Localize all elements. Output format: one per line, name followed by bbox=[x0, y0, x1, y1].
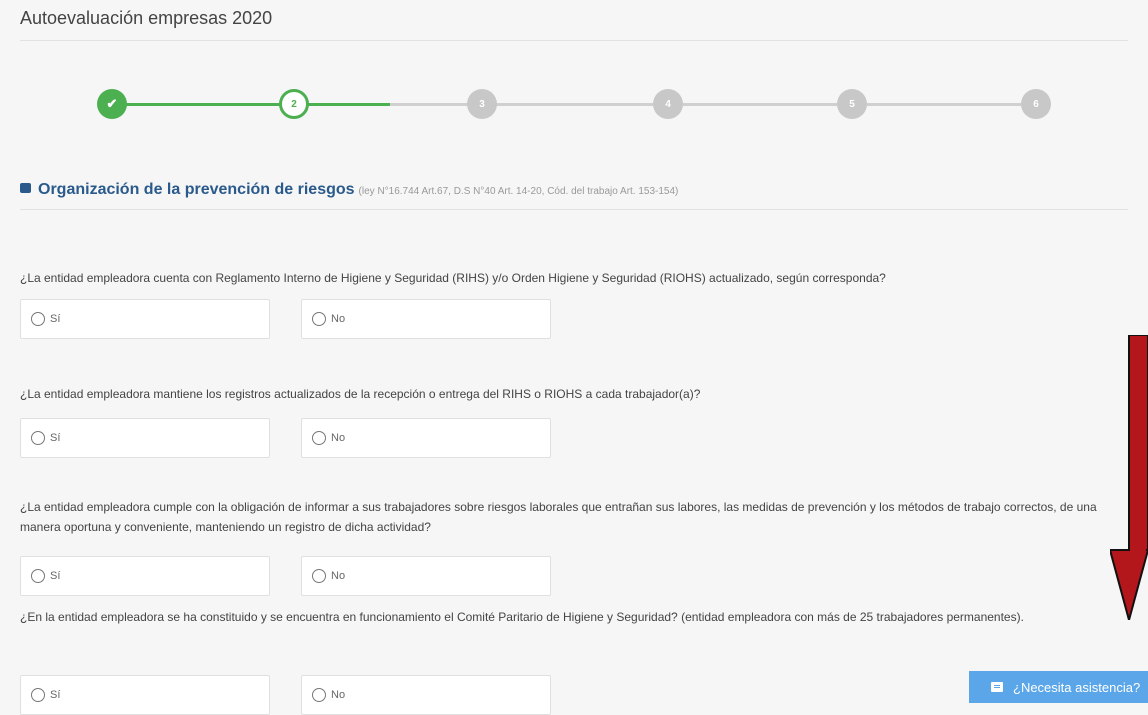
stepper-line-3-4 bbox=[482, 103, 668, 106]
radio-button[interactable] bbox=[312, 312, 326, 326]
assistance-button[interactable]: ¿Necesita asistencia? bbox=[969, 671, 1148, 703]
radio-button[interactable] bbox=[31, 431, 45, 445]
step-5[interactable]: 5 bbox=[837, 89, 867, 119]
red-down-arrow-icon bbox=[1110, 335, 1148, 620]
question-3-option-no[interactable]: No bbox=[301, 556, 551, 596]
option-label: No bbox=[331, 432, 346, 444]
title-divider bbox=[20, 40, 1128, 41]
question-2-option-yes[interactable]: Sí bbox=[20, 418, 270, 458]
question-3-text: ¿La entidad empleadora cumple con la obl… bbox=[20, 500, 1097, 534]
page-title: Autoevaluación empresas 2020 bbox=[20, 8, 273, 28]
briefcase-icon bbox=[20, 182, 31, 193]
step-1-checkmark-icon[interactable]: ✔ bbox=[97, 89, 127, 119]
option-label: Sí bbox=[50, 689, 61, 701]
radio-button[interactable] bbox=[312, 431, 326, 445]
stepper-line-4-5 bbox=[668, 103, 852, 106]
question-1-option-yes[interactable]: Sí bbox=[20, 299, 270, 339]
option-label: Sí bbox=[50, 432, 61, 444]
section-divider bbox=[20, 209, 1128, 210]
stepper-line-1-2 bbox=[112, 103, 294, 106]
section-heading: Organización de la prevención de riesgos… bbox=[20, 181, 678, 199]
question-4-option-no[interactable]: No bbox=[301, 675, 551, 715]
question-1-option-no[interactable]: No bbox=[301, 299, 551, 339]
question-1-text: ¿La entidad empleadora cuenta con Reglam… bbox=[20, 271, 886, 285]
step-6[interactable]: 6 bbox=[1021, 89, 1051, 119]
section-law-reference: (ley N°16.744 Art.67, D.S N°40 Art. 14-2… bbox=[358, 186, 679, 197]
stepper-line-5-6 bbox=[852, 103, 1036, 106]
option-label: No bbox=[331, 313, 346, 325]
step-2[interactable]: 2 bbox=[279, 89, 309, 119]
question-2-text: ¿La entidad empleadora mantiene los regi… bbox=[20, 387, 701, 401]
step-3[interactable]: 3 bbox=[467, 89, 497, 119]
option-label: Sí bbox=[50, 313, 61, 325]
option-label: No bbox=[331, 689, 346, 701]
step-4[interactable]: 4 bbox=[653, 89, 683, 119]
assistance-label: ¿Necesita asistencia? bbox=[1013, 679, 1141, 695]
radio-button[interactable] bbox=[312, 569, 326, 583]
option-label: No bbox=[331, 570, 346, 582]
radio-button[interactable] bbox=[31, 688, 45, 702]
radio-button[interactable] bbox=[312, 688, 326, 702]
radio-button[interactable] bbox=[31, 312, 45, 326]
question-4-text: ¿En la entidad empleadora se ha constitu… bbox=[20, 610, 1024, 624]
section-title: Organización de la prevención de riesgos bbox=[38, 181, 355, 198]
chat-icon bbox=[991, 682, 1003, 692]
question-3-option-yes[interactable]: Sí bbox=[20, 556, 270, 596]
radio-button[interactable] bbox=[31, 569, 45, 583]
question-4-option-yes[interactable]: Sí bbox=[20, 675, 270, 715]
question-2-option-no[interactable]: No bbox=[301, 418, 551, 458]
option-label: Sí bbox=[50, 570, 61, 582]
